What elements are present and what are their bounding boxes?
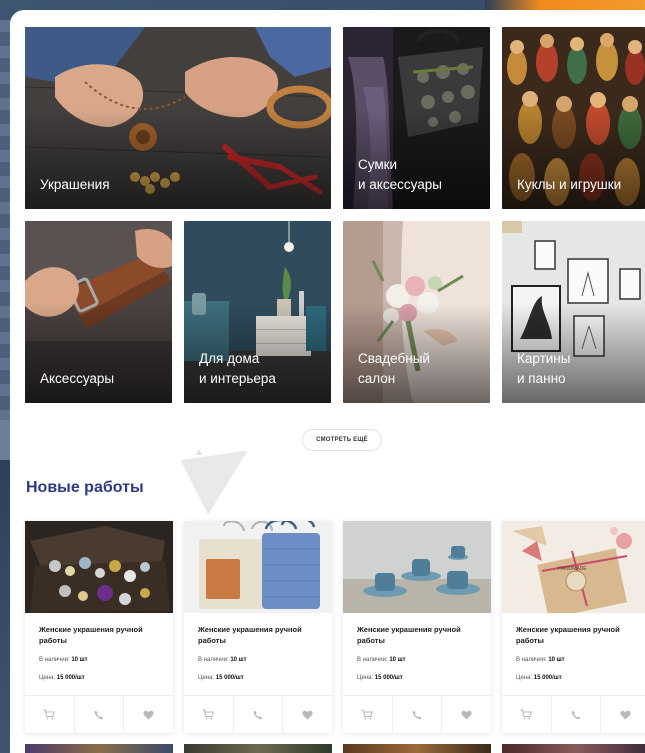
- product-stock: В наличии: 10 шт: [516, 657, 565, 663]
- card-actions: [25, 695, 173, 733]
- product-title[interactable]: Женские украшения ручной работы: [357, 625, 477, 646]
- product-card[interactable]: Женские украшения ручной работы В наличи…: [343, 521, 491, 733]
- phone-icon: [412, 710, 422, 719]
- category-label: Картины и панно: [517, 351, 571, 386]
- call-button[interactable]: [75, 696, 125, 733]
- stock-label: В наличии:: [357, 657, 388, 663]
- product-photo: [25, 521, 173, 613]
- handmade-tag-text: HANDMADE: [558, 566, 587, 572]
- cart-icon: [43, 709, 56, 720]
- stock-value: 10 шт: [389, 657, 406, 663]
- stock-label: В наличии:: [39, 657, 70, 663]
- price-value: 15 000/шт: [374, 675, 403, 681]
- price-label: Цена:: [39, 675, 56, 681]
- category-tile-bags[interactable]: Сумки и аксессуары: [343, 27, 490, 209]
- product-card[interactable]: Женские украшения ручной работы В наличи…: [184, 521, 332, 733]
- call-button[interactable]: [393, 696, 443, 733]
- favorite-button[interactable]: [442, 696, 491, 733]
- price-value: 15 000/шт: [533, 675, 562, 681]
- cart-icon: [361, 709, 374, 720]
- call-button[interactable]: [552, 696, 602, 733]
- section-title-new-works: Новые работы: [26, 479, 144, 496]
- category-tile-dolls[interactable]: Куклы и игрушки: [502, 27, 645, 209]
- category-label: Украшения: [40, 177, 110, 192]
- product-card-next-row[interactable]: [502, 744, 645, 753]
- price-label: Цена:: [516, 675, 533, 681]
- category-label: Аксессуары: [40, 371, 115, 386]
- favorite-button[interactable]: [283, 696, 332, 733]
- phone-icon: [253, 710, 263, 719]
- phone-icon: [94, 710, 104, 719]
- cart-icon: [202, 709, 215, 720]
- card-actions: [184, 695, 332, 733]
- product-stock: В наличии: 10 шт: [198, 657, 247, 663]
- stock-label: В наличии:: [198, 657, 229, 663]
- product-title[interactable]: Женские украшения ручной работы: [516, 625, 636, 646]
- product-price: Цена: 15 000/шт: [39, 675, 85, 681]
- product-card-next-row[interactable]: [184, 744, 332, 753]
- product-title[interactable]: Женские украшения ручной работы: [198, 625, 318, 646]
- product-photo: [343, 521, 491, 613]
- cart-icon: [520, 709, 533, 720]
- price-value: 15 000/шт: [56, 675, 85, 681]
- product-stock: В наличии: 10 шт: [357, 657, 406, 663]
- card-actions: [343, 695, 491, 733]
- heart-icon: [620, 710, 631, 719]
- show-more-button[interactable]: СМОТРЕТЬ ЕЩЁ: [302, 429, 382, 451]
- product-price: Цена: 15 000/шт: [357, 675, 403, 681]
- decorative-triangle: [180, 450, 256, 518]
- card-actions: [502, 695, 645, 733]
- add-to-cart-button[interactable]: [184, 696, 234, 733]
- add-to-cart-button[interactable]: [502, 696, 552, 733]
- product-price: Цена: 15 000/шт: [516, 675, 562, 681]
- price-label: Цена:: [198, 675, 215, 681]
- phone-icon: [571, 710, 581, 719]
- category-tile-paintings[interactable]: Картины и панно: [502, 221, 645, 403]
- add-to-cart-button[interactable]: [343, 696, 393, 733]
- price-value: 15 000/шт: [215, 675, 244, 681]
- category-label: Сумки и аксессуары: [358, 157, 442, 192]
- product-card-next-row[interactable]: [25, 744, 173, 753]
- favorite-button[interactable]: [124, 696, 173, 733]
- product-photo: HANDMADE: [502, 521, 645, 613]
- product-title[interactable]: Женские украшения ручной работы: [39, 625, 159, 646]
- price-label: Цена:: [357, 675, 374, 681]
- product-stock: В наличии: 10 шт: [39, 657, 88, 663]
- product-photo: [184, 521, 332, 613]
- heart-icon: [143, 710, 154, 719]
- category-label: Куклы и игрушки: [517, 177, 622, 192]
- category-tile-home[interactable]: Для дома и интерьера: [184, 221, 331, 403]
- category-tile-wedding[interactable]: Свадебный салон: [343, 221, 490, 403]
- product-price: Цена: 15 000/шт: [198, 675, 244, 681]
- product-card-next-row[interactable]: [343, 744, 491, 753]
- heart-icon: [461, 710, 472, 719]
- stock-value: 10 шт: [71, 657, 88, 663]
- stock-value: 10 шт: [230, 657, 247, 663]
- category-label: Для дома и интерьера: [199, 351, 276, 386]
- stock-label: В наличии:: [516, 657, 547, 663]
- product-card[interactable]: Женские украшения ручной работы В наличи…: [25, 521, 173, 733]
- category-label: Свадебный салон: [358, 351, 430, 386]
- category-tile-accessories[interactable]: Аксессуары: [25, 221, 172, 403]
- decorative-triangle-small: [196, 449, 202, 455]
- favorite-button[interactable]: [601, 696, 645, 733]
- heart-icon: [302, 710, 313, 719]
- category-tile-jewelry[interactable]: Украшения: [25, 27, 331, 209]
- stock-value: 10 шт: [548, 657, 565, 663]
- add-to-cart-button[interactable]: [25, 696, 75, 733]
- product-card[interactable]: HANDMADE Женские украшения ручной работы…: [502, 521, 645, 733]
- call-button[interactable]: [234, 696, 284, 733]
